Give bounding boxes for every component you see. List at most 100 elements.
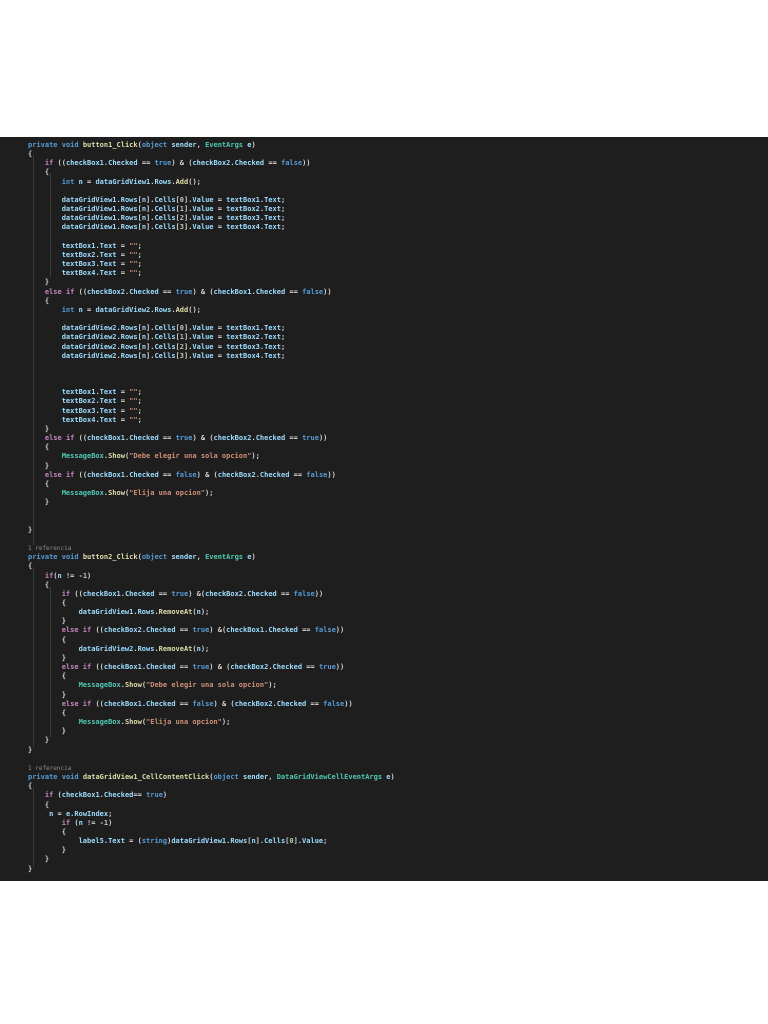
code-token: }	[44, 498, 50, 507]
code-token: false	[306, 470, 328, 479]
code-token: sender	[242, 773, 269, 782]
code-token: {	[44, 800, 50, 809]
code-token: {	[61, 599, 66, 607]
code-line: dataGridView1.Rows[n].Cells[3].Value = t…	[28, 223, 285, 232]
code-line: }	[28, 865, 32, 874]
code-token: dataGridView1	[78, 608, 134, 617]
code-line: dataGridView1.Rows.RemoveAt(n);	[28, 608, 210, 617]
code-token: }	[44, 855, 50, 864]
codelens-references[interactable]: 1 referencia	[28, 544, 71, 553]
code-token: false	[323, 699, 345, 708]
code-token: Text	[264, 333, 281, 342]
code-token: Checked	[272, 663, 303, 672]
code-token: checkBox1	[61, 791, 100, 800]
code-token: int	[61, 305, 75, 314]
code-token: textBox3	[61, 260, 96, 269]
code-token: textBox3	[226, 342, 260, 351]
code-token: else	[44, 287, 62, 296]
code-token: dataGridView2	[61, 351, 117, 360]
code-token: textBox4	[226, 223, 260, 232]
code-token: checkBox2	[192, 159, 231, 168]
code-token: textBox3	[226, 214, 260, 223]
code-token: Value	[302, 837, 324, 846]
code-token: Value	[192, 351, 214, 360]
code-token: ;	[205, 608, 210, 617]
code-token: Cells	[154, 342, 176, 351]
code-token: Cells	[154, 333, 176, 342]
code-token: Add	[175, 177, 189, 186]
code-token: Cells	[154, 214, 176, 223]
code-token: ;	[280, 351, 286, 360]
code-token: {	[61, 672, 66, 681]
code-line: {	[28, 581, 49, 590]
code-token: }	[28, 864, 33, 873]
code-token: Checked	[234, 159, 265, 168]
code-token: Show	[108, 452, 125, 461]
code-line: MessageBox.Show("Debe elegir una sola op…	[28, 681, 277, 690]
code-line: textBox1.Text = "";	[28, 242, 142, 251]
code-token: Text	[99, 397, 117, 406]
code-token: Rows	[120, 205, 138, 214]
code-token: Text	[264, 223, 281, 232]
code-token: void	[61, 773, 79, 782]
code-token: }	[28, 745, 33, 754]
code-token: RemoveAt	[158, 644, 193, 653]
code-line: else if ((checkBox1.Checked == false) & …	[28, 471, 336, 480]
code-token: {	[28, 150, 33, 159]
code-token: dataGridView1	[61, 205, 117, 214]
code-token: )	[251, 141, 256, 149]
code-line: dataGridView2.Rows[n].Cells[0].Value = t…	[28, 324, 285, 333]
code-line: }	[28, 736, 49, 745]
code-line: if ((checkBox1.Checked == true) & (check…	[28, 159, 311, 168]
code-token: {	[61, 708, 66, 717]
code-token: {	[28, 562, 33, 571]
code-line: {	[28, 636, 66, 645]
code-line: else if ((checkBox1.Checked == false) & …	[28, 700, 353, 709]
code-token: dataGridView2	[61, 342, 117, 351]
code-token: )	[162, 791, 168, 800]
code-token: Cells	[154, 351, 176, 360]
code-line: textBox4.Text = "";	[28, 269, 142, 278]
code-token: RowIndex	[74, 809, 109, 818]
code-token: ;	[209, 489, 214, 498]
code-token: Checked	[108, 159, 138, 168]
code-line: }	[28, 727, 66, 736]
code-token: Rows	[120, 195, 138, 204]
code-line: dataGridView1.Rows[n].Cells[1].Value = t…	[28, 205, 285, 214]
string-literal: ""	[129, 406, 138, 415]
code-token: Text	[264, 351, 281, 360]
code-token: true	[175, 434, 193, 443]
codelens-references[interactable]: 1 referencia	[28, 764, 71, 773]
code-token: object	[141, 553, 168, 562]
code-line: textBox3.Text = "";	[28, 260, 142, 269]
code-line: {	[28, 480, 49, 489]
code-token: }	[61, 727, 66, 736]
code-token: Checked	[146, 699, 176, 708]
code-token: ;	[255, 452, 260, 461]
code-token: }	[61, 617, 66, 626]
string-literal: ""	[129, 415, 138, 424]
code-token: dataGridView1	[95, 177, 151, 186]
code-token: Value	[192, 195, 214, 204]
code-editor[interactable]: private void button1_Click(object sender…	[0, 137, 768, 881]
code-token: checkBox1	[103, 663, 142, 672]
code-token: textBox1	[226, 324, 260, 333]
